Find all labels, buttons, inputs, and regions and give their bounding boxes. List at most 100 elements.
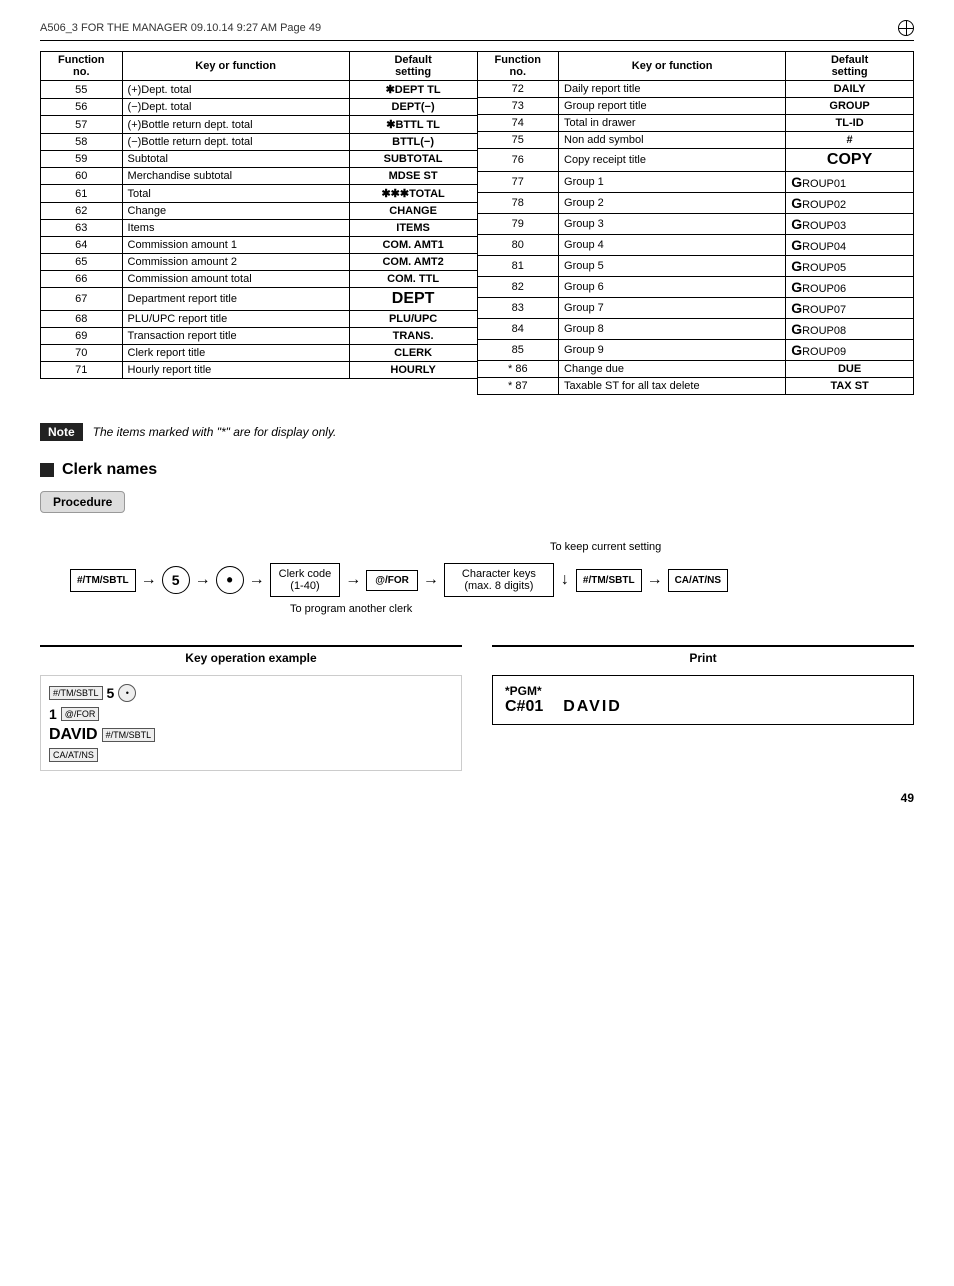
flow-diagram: To keep current setting #/TM/SBTL → 5 → … — [70, 563, 914, 615]
cell-no: 66 — [41, 271, 123, 288]
cell-default: BTTL(−) — [349, 134, 477, 151]
bottom-section: Key operation example #/TM/SBTL 5 • 1 @/… — [40, 645, 914, 771]
cell-default: COM. AMT2 — [349, 254, 477, 271]
table-row: 82Group 6GROUP06 — [477, 277, 914, 298]
cell-no: 85 — [477, 340, 559, 361]
cell-no: 56 — [41, 99, 123, 116]
cell-default: PLU/UPC — [349, 311, 477, 328]
cell-key: Group 6 — [559, 277, 786, 298]
key-op-section: Key operation example #/TM/SBTL 5 • 1 @/… — [40, 645, 462, 771]
cell-key: Group 8 — [559, 319, 786, 340]
cell-default: TAX ST — [786, 378, 914, 395]
note-section: Note The items marked with "*" are for d… — [40, 423, 914, 441]
cell-key: Group report title — [559, 98, 786, 115]
table-row: 59SubtotalSUBTOTAL — [41, 151, 478, 168]
cell-no: 62 — [41, 203, 123, 220]
flow-circle-5: 5 — [162, 566, 190, 594]
cell-key: Commission amount 1 — [122, 237, 349, 254]
cell-no: 74 — [477, 115, 559, 132]
cell-no: 60 — [41, 168, 123, 185]
table-row: 62ChangeCHANGE — [41, 203, 478, 220]
cell-key: Transaction report title — [122, 328, 349, 345]
cell-key: Non add symbol — [559, 132, 786, 149]
cell-default: CHANGE — [349, 203, 477, 220]
key-atfor: @/FOR — [61, 707, 100, 721]
clerk-names-section: Clerk names Procedure To keep current se… — [40, 461, 914, 771]
section-title: Clerk names — [40, 461, 914, 479]
left-table: Functionno. Key or function Defaultsetti… — [40, 51, 478, 411]
cell-no: 67 — [41, 288, 123, 311]
table-row: * 87Taxable ST for all tax deleteTAX ST — [477, 378, 914, 395]
cell-key: Change — [122, 203, 349, 220]
print-section: Print *PGM* C#01 DAVID — [492, 645, 914, 725]
flow-arrow-2: → — [195, 571, 211, 589]
main-tables: Functionno. Key or function Defaultsetti… — [40, 51, 914, 411]
crosshair-icon — [898, 20, 914, 36]
cell-default: COM. AMT1 — [349, 237, 477, 254]
flow-box-caatns: CA/AT/NS — [668, 569, 728, 592]
cell-default: GROUP06 — [786, 277, 914, 298]
flow-downarrow: ↓ — [561, 571, 569, 589]
cell-key: Group 5 — [559, 256, 786, 277]
cell-no: 82 — [477, 277, 559, 298]
table-row: * 86Change dueDUE — [477, 361, 914, 378]
cell-key: Group 4 — [559, 235, 786, 256]
cell-default: ✱✱✱TOTAL — [349, 185, 477, 203]
cell-no: 76 — [477, 149, 559, 172]
flow-arrow-4: → — [345, 571, 361, 589]
cell-key: Commission amount total — [122, 271, 349, 288]
cell-default: ITEMS — [349, 220, 477, 237]
cell-no: 64 — [41, 237, 123, 254]
cell-default: ✱BTTL TL — [349, 116, 477, 134]
key-1: 1 — [49, 706, 57, 722]
table-row: 76Copy receipt titleCOPY — [477, 149, 914, 172]
flow-arrow-3: → — [249, 571, 265, 589]
cell-no: 57 — [41, 116, 123, 134]
left-th-default: Defaultsetting — [349, 52, 477, 81]
cell-default: GROUP01 — [786, 172, 914, 193]
below-label: To program another clerk — [290, 603, 914, 615]
print-c01: C#01 — [505, 698, 543, 716]
table-row: 67Department report titleDEPT — [41, 288, 478, 311]
page-header: A506_3 FOR THE MANAGER 09.10.14 9:27 AM … — [40, 20, 914, 41]
note-text: The items marked with "*" are for displa… — [93, 425, 337, 439]
table-row: 64Commission amount 1COM. AMT1 — [41, 237, 478, 254]
cell-key: (+)Dept. total — [122, 81, 349, 99]
key-david: DAVID — [49, 726, 98, 744]
cell-default: DEPT(−) — [349, 99, 477, 116]
right-th-key: Key or function — [559, 52, 786, 81]
table-row: 75Non add symbol# — [477, 132, 914, 149]
cell-no: 63 — [41, 220, 123, 237]
section-icon — [40, 463, 54, 477]
right-th-default: Defaultsetting — [786, 52, 914, 81]
left-th-key: Key or function — [122, 52, 349, 81]
table-row: 61Total✱✱✱TOTAL — [41, 185, 478, 203]
cell-no: 73 — [477, 98, 559, 115]
cell-default: SUBTOTAL — [349, 151, 477, 168]
note-badge: Note — [40, 423, 83, 441]
cell-default: GROUP05 — [786, 256, 914, 277]
cell-key: Clerk report title — [122, 345, 349, 362]
cell-no: 69 — [41, 328, 123, 345]
cell-no: 71 — [41, 362, 123, 379]
cell-default: GROUP04 — [786, 235, 914, 256]
cell-key: (−)Dept. total — [122, 99, 349, 116]
table-row: 80Group 4GROUP04 — [477, 235, 914, 256]
right-th-function-no: Functionno. — [477, 52, 559, 81]
table-row: 84Group 8GROUP08 — [477, 319, 914, 340]
cell-key: Hourly report title — [122, 362, 349, 379]
cell-default: TRANS. — [349, 328, 477, 345]
flow-box-charkeys: Character keys(max. 8 digits) — [444, 563, 554, 597]
cell-no: 77 — [477, 172, 559, 193]
table-row: 71Hourly report titleHOURLY — [41, 362, 478, 379]
cell-no: 83 — [477, 298, 559, 319]
cell-key: Group 3 — [559, 214, 786, 235]
cell-no: 75 — [477, 132, 559, 149]
flow-box-atfor: @/FOR — [366, 570, 418, 591]
key-5: 5 — [107, 685, 115, 701]
cell-no: 58 — [41, 134, 123, 151]
print-pgm: *PGM* — [505, 684, 542, 698]
table-row: 57(+)Bottle return dept. total✱BTTL TL — [41, 116, 478, 134]
cell-key: Merchandise subtotal — [122, 168, 349, 185]
cell-key: Total — [122, 185, 349, 203]
